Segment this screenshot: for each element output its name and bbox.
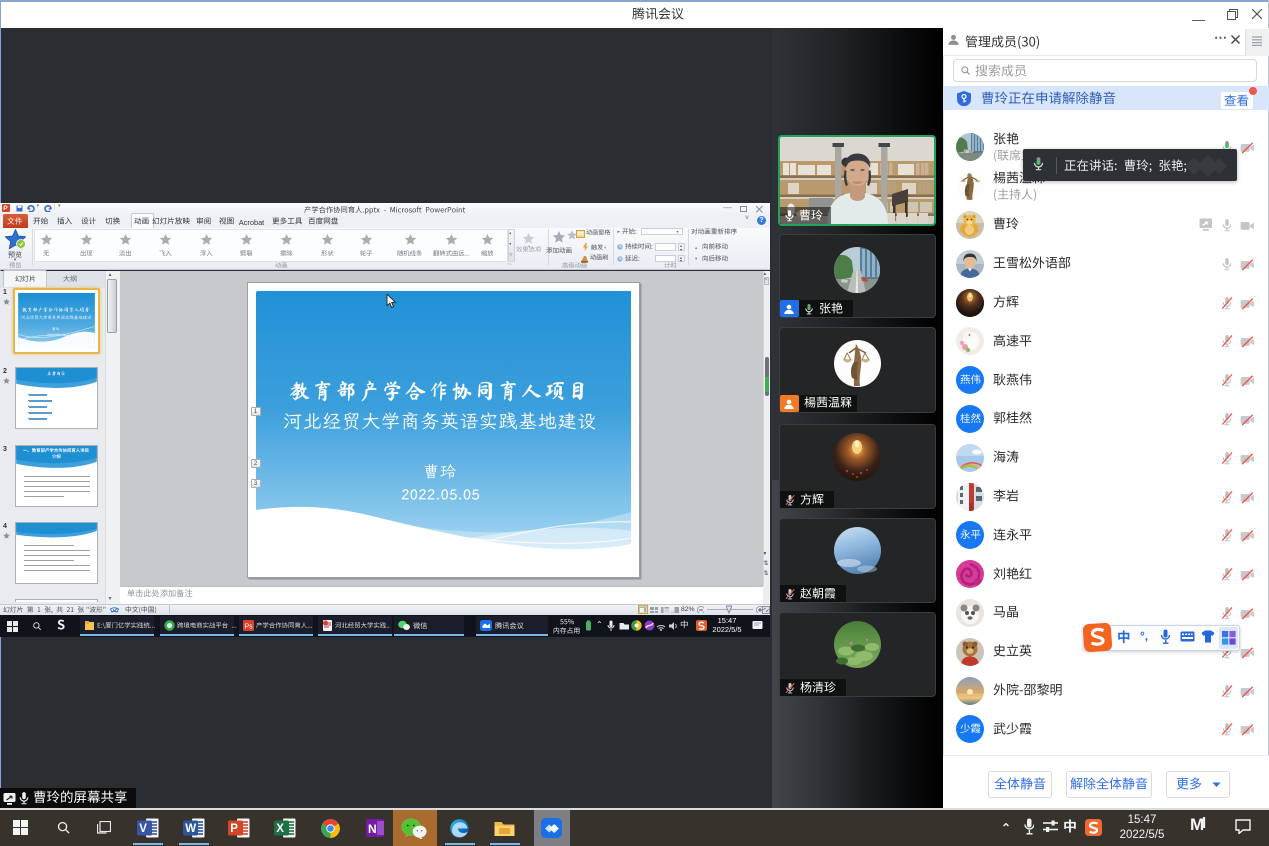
svg-text:N: N: [368, 822, 377, 836]
svg-text:X: X: [276, 823, 284, 835]
svg-text:W: W: [185, 823, 196, 835]
svg-text:P: P: [230, 823, 238, 835]
svg-text:Ps: Ps: [245, 623, 254, 630]
svg-text:V: V: [139, 823, 147, 835]
